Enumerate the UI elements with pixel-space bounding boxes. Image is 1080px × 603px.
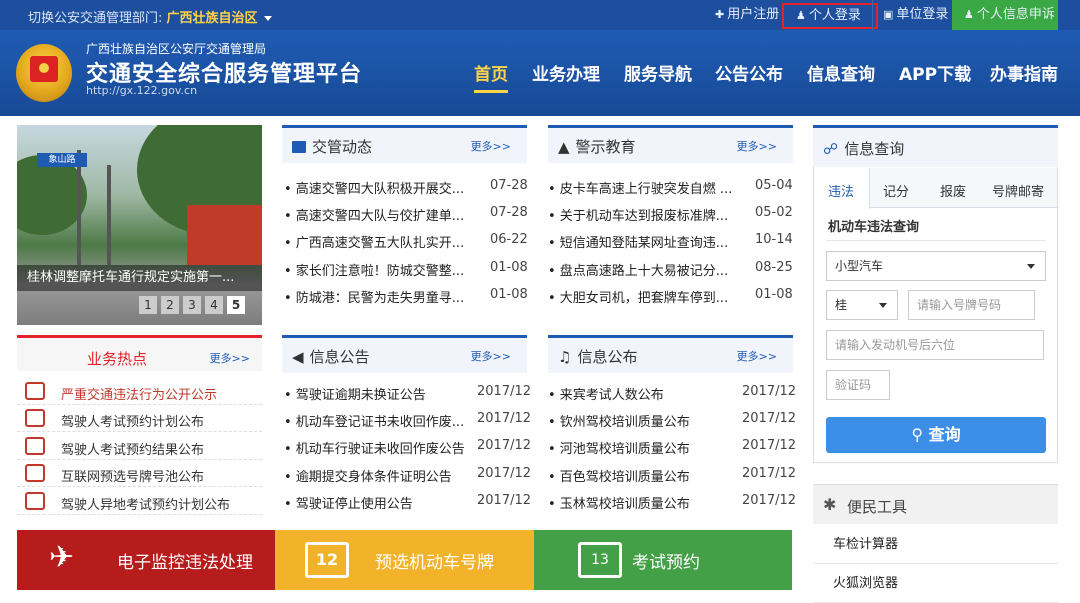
license-plate-icon bbox=[25, 464, 45, 482]
news-title: 交管动态 bbox=[312, 138, 373, 156]
publish-title: 信息公布 bbox=[577, 348, 638, 366]
business-hot-header: 业务热点 更多>> bbox=[17, 335, 262, 371]
top-bar: 切换公安交通管理部门: 广西壮族自治区 ✚ 用户注册 ♟ 个人登录 ▣ 单位登录 ♟ 个… bbox=[0, 0, 1080, 30]
publish-more-link[interactable]: 更多>> bbox=[737, 348, 777, 364]
calendar-icon bbox=[25, 409, 45, 427]
info-query-title: 信息查询 bbox=[844, 140, 905, 158]
user-register-label: 用户注册 bbox=[727, 7, 780, 22]
chevron-down-icon bbox=[879, 303, 887, 308]
search-icon: ⚲ bbox=[911, 425, 929, 444]
tab-points[interactable]: 记分 bbox=[883, 181, 909, 200]
calendar-icon: 13 bbox=[578, 542, 622, 578]
notice-title: 信息公告 bbox=[309, 348, 370, 366]
megaphone-icon bbox=[25, 492, 45, 510]
plus-icon: ✚ bbox=[715, 8, 725, 21]
tools-title: 便民工具 bbox=[847, 498, 908, 516]
org-name: 广西壮族自治区公安厅交通管理局 bbox=[86, 42, 267, 56]
slider-page-4[interactable]: 4 bbox=[205, 296, 223, 314]
calendar-icon bbox=[25, 437, 45, 455]
chevron-down-icon[interactable] bbox=[263, 16, 272, 21]
camera-icon: ✈ bbox=[49, 540, 75, 575]
tab-plate-mail[interactable]: 号牌邮寄 bbox=[992, 181, 1044, 200]
nav-business[interactable]: 业务办理 bbox=[532, 60, 600, 85]
tab-violation[interactable]: 违法 bbox=[828, 181, 854, 200]
switch-label: 切换公安交通管理部门: bbox=[28, 11, 163, 26]
list-item[interactable]: 驾驶人考试预约结果公布 bbox=[17, 433, 262, 460]
personal-info-apply-button[interactable]: ♟ 个人信息申诉 bbox=[952, 0, 1058, 30]
street-sign: 象山路 bbox=[37, 153, 87, 167]
news-icon bbox=[292, 141, 306, 153]
tools-header: ✱ 便民工具 bbox=[813, 484, 1058, 524]
notice-more-link[interactable]: 更多>> bbox=[471, 348, 511, 364]
province-select[interactable]: 桂 bbox=[826, 290, 898, 320]
tab-scrap[interactable]: 报废 bbox=[940, 181, 966, 200]
news-more-link[interactable]: 更多>> bbox=[471, 138, 511, 154]
vehicle-type-select[interactable]: 小型汽车 bbox=[826, 251, 1046, 281]
bell-icon: ♫ bbox=[558, 348, 572, 366]
query-subtitle: 机动车违法查询 bbox=[828, 220, 920, 235]
user-register-link[interactable]: ✚ 用户注册 bbox=[705, 0, 779, 30]
region-name[interactable]: 广西壮族自治区 bbox=[167, 11, 258, 26]
list-item[interactable]: 驾驶人考试预约计划公布 bbox=[17, 405, 262, 432]
plate-select-tile[interactable]: 12 预选机动车号牌 bbox=[275, 530, 534, 590]
user-icon: ♟ bbox=[796, 9, 806, 22]
site-url: http://gx.122.gov.cn bbox=[86, 84, 198, 97]
nav-home[interactable]: 首页 bbox=[474, 60, 508, 93]
personal-info-apply-label: 个人信息申诉 bbox=[976, 7, 1055, 22]
slider-page-5[interactable]: 5 bbox=[227, 296, 245, 314]
violation-icon bbox=[25, 382, 45, 400]
warning-icon: ▲ bbox=[558, 138, 570, 156]
nav-app-download[interactable]: APP下载 bbox=[899, 60, 971, 85]
business-hot-title: 业务热点 bbox=[87, 350, 148, 368]
nav-service-guide[interactable]: 服务导航 bbox=[624, 60, 692, 85]
tool-firefox-browser[interactable]: 火狐浏览器 bbox=[813, 565, 1058, 603]
publish-panel-header: ♫ 信息公布 更多>> bbox=[548, 335, 793, 373]
slider-pagination: 12345 bbox=[135, 296, 245, 314]
warning-more-link[interactable]: 更多>> bbox=[737, 138, 777, 154]
asterisk-icon: ✱ bbox=[823, 495, 837, 514]
tool-inspection-calculator[interactable]: 车检计算器 bbox=[813, 526, 1058, 564]
business-hot-more-link[interactable]: 更多>> bbox=[210, 350, 250, 366]
list-item[interactable]: 互联网预选号牌号池公布 bbox=[17, 460, 262, 487]
news-slider[interactable]: 象山路 桂林调整摩托车通行规定实施第一... 12345 bbox=[17, 125, 262, 325]
slider-page-3[interactable]: 3 bbox=[183, 296, 201, 314]
list-item[interactable]: 严重交通违法行为公开公示 bbox=[17, 378, 262, 405]
personal-login-label: 个人登录 bbox=[808, 8, 861, 23]
nav-info-query[interactable]: 信息查询 bbox=[807, 60, 875, 85]
personal-login-link[interactable]: ♟ 个人登录 bbox=[782, 3, 878, 29]
police-emblem-logo bbox=[16, 44, 72, 102]
warning-title: 警示教育 bbox=[575, 138, 636, 156]
chevron-down-icon bbox=[1027, 264, 1035, 269]
department-switcher[interactable]: 切换公安交通管理部门: 广西壮族自治区 bbox=[28, 7, 272, 26]
license-plate-icon: 12 bbox=[305, 542, 349, 578]
nav-announcements[interactable]: 公告公布 bbox=[715, 60, 783, 85]
binoculars-icon: ☍ bbox=[823, 140, 839, 158]
engine-number-input[interactable]: 请输入发动机号后六位 bbox=[826, 330, 1044, 360]
slider-page-1[interactable]: 1 bbox=[139, 296, 157, 314]
e-monitor-violation-tile[interactable]: ✈ 电子监控违法处理 bbox=[17, 530, 275, 590]
plate-number-input[interactable]: 请输入号牌号码 bbox=[908, 290, 1035, 320]
info-query-header: ☍ 信息查询 bbox=[813, 125, 1058, 167]
slider-caption[interactable]: 桂林调整摩托车通行规定实施第一... bbox=[17, 265, 262, 291]
warning-panel-header: ▲ 警示教育 更多>> bbox=[548, 125, 793, 163]
list-item[interactable]: 驾驶人异地考试预约计划公布 bbox=[17, 488, 262, 515]
nav-guide[interactable]: 办事指南 bbox=[990, 60, 1058, 85]
slider-page-2[interactable]: 2 bbox=[161, 296, 179, 314]
building-icon: ▣ bbox=[883, 8, 894, 21]
notice-panel-header: ◀ 信息公告 更多>> bbox=[282, 335, 527, 373]
unit-login-label: 单位登录 bbox=[896, 7, 949, 22]
query-button[interactable]: ⚲ 查询 bbox=[826, 417, 1046, 453]
user-icon: ♟ bbox=[964, 8, 974, 21]
news-panel-header: 交管动态 更多>> bbox=[282, 125, 527, 163]
unit-login-link[interactable]: ▣ 单位登录 bbox=[872, 0, 948, 30]
exam-booking-tile[interactable]: 13 考试预约 bbox=[534, 530, 792, 590]
megaphone-icon: ◀ bbox=[292, 348, 304, 366]
captcha-input[interactable]: 验证码 bbox=[826, 370, 890, 400]
site-header: 广西壮族自治区公安厅交通管理局 交通安全综合服务管理平台 http://gx.1… bbox=[0, 30, 1080, 116]
